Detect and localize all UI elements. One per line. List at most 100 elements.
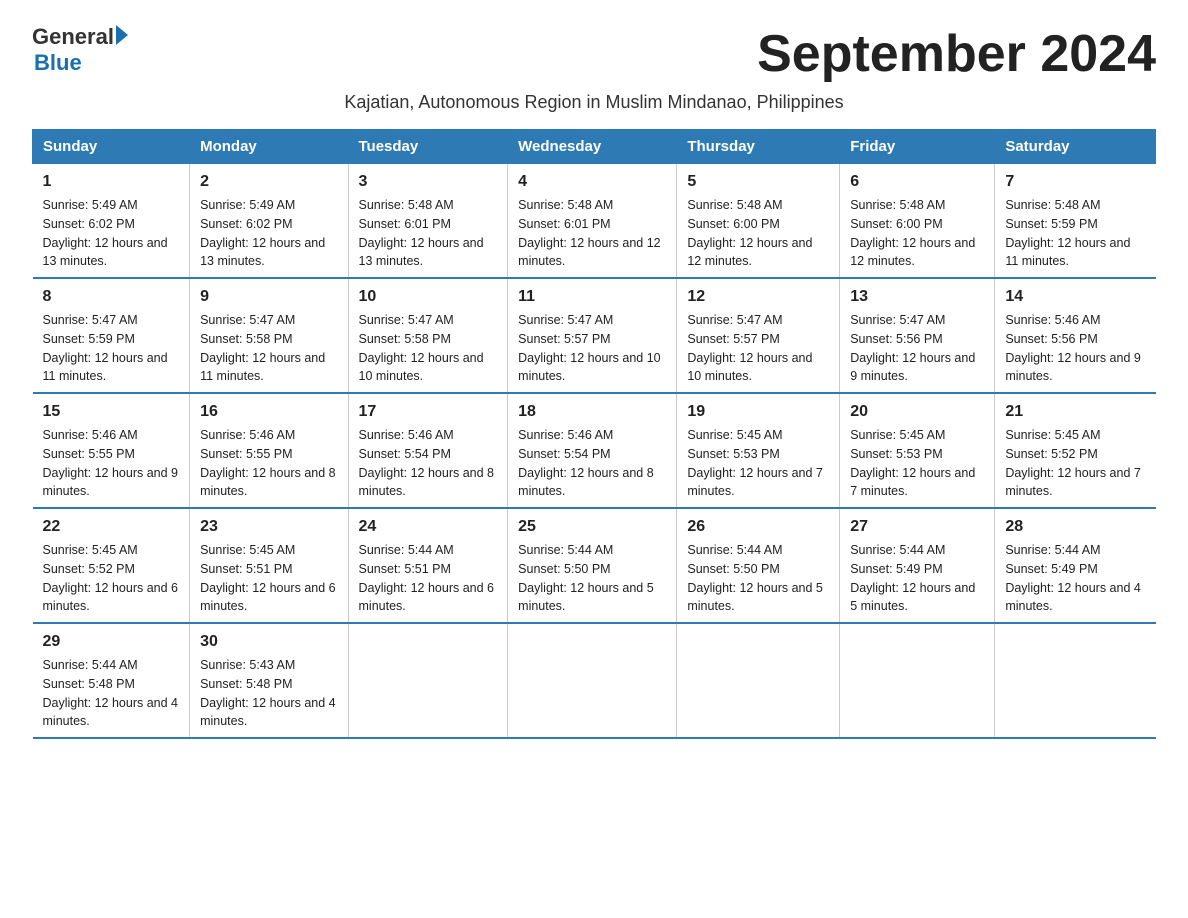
calendar-cell [995, 623, 1156, 738]
calendar-week-4: 22 Sunrise: 5:45 AMSunset: 5:52 PMDaylig… [33, 508, 1156, 623]
day-info: Sunrise: 5:44 AMSunset: 5:50 PMDaylight:… [687, 541, 829, 616]
calendar-body: 1 Sunrise: 5:49 AMSunset: 6:02 PMDayligh… [33, 164, 1156, 739]
calendar-cell: 28 Sunrise: 5:44 AMSunset: 5:49 PMDaylig… [995, 508, 1156, 623]
day-info: Sunrise: 5:47 AMSunset: 5:56 PMDaylight:… [850, 311, 984, 386]
day-number: 9 [200, 285, 337, 309]
header-thursday: Thursday [677, 130, 840, 164]
day-info: Sunrise: 5:49 AMSunset: 6:02 PMDaylight:… [200, 196, 337, 271]
day-info: Sunrise: 5:45 AMSunset: 5:53 PMDaylight:… [850, 426, 984, 501]
logo: General Blue [32, 24, 128, 76]
day-info: Sunrise: 5:43 AMSunset: 5:48 PMDaylight:… [200, 656, 337, 731]
calendar-cell: 7 Sunrise: 5:48 AMSunset: 5:59 PMDayligh… [995, 164, 1156, 279]
day-number: 29 [43, 630, 180, 654]
day-info: Sunrise: 5:44 AMSunset: 5:48 PMDaylight:… [43, 656, 180, 731]
header-sunday: Sunday [33, 130, 190, 164]
calendar-cell: 8 Sunrise: 5:47 AMSunset: 5:59 PMDayligh… [33, 278, 190, 393]
calendar-cell: 19 Sunrise: 5:45 AMSunset: 5:53 PMDaylig… [677, 393, 840, 508]
calendar-cell [508, 623, 677, 738]
day-number: 27 [850, 515, 984, 539]
calendar-cell: 11 Sunrise: 5:47 AMSunset: 5:57 PMDaylig… [508, 278, 677, 393]
day-number: 11 [518, 285, 666, 309]
day-info: Sunrise: 5:46 AMSunset: 5:55 PMDaylight:… [43, 426, 180, 501]
day-number: 15 [43, 400, 180, 424]
day-number: 21 [1005, 400, 1145, 424]
calendar-cell: 22 Sunrise: 5:45 AMSunset: 5:52 PMDaylig… [33, 508, 190, 623]
day-info: Sunrise: 5:46 AMSunset: 5:56 PMDaylight:… [1005, 311, 1145, 386]
page-title: September 2024 [757, 24, 1156, 84]
day-number: 24 [359, 515, 498, 539]
header-wednesday: Wednesday [508, 130, 677, 164]
day-info: Sunrise: 5:44 AMSunset: 5:49 PMDaylight:… [850, 541, 984, 616]
day-info: Sunrise: 5:44 AMSunset: 5:49 PMDaylight:… [1005, 541, 1145, 616]
calendar-cell: 1 Sunrise: 5:49 AMSunset: 6:02 PMDayligh… [33, 164, 190, 279]
calendar-week-1: 1 Sunrise: 5:49 AMSunset: 6:02 PMDayligh… [33, 164, 1156, 279]
day-info: Sunrise: 5:49 AMSunset: 6:02 PMDaylight:… [43, 196, 180, 271]
calendar-cell: 29 Sunrise: 5:44 AMSunset: 5:48 PMDaylig… [33, 623, 190, 738]
calendar-cell: 30 Sunrise: 5:43 AMSunset: 5:48 PMDaylig… [190, 623, 348, 738]
header-row: Sunday Monday Tuesday Wednesday Thursday… [33, 130, 1156, 164]
calendar-cell: 2 Sunrise: 5:49 AMSunset: 6:02 PMDayligh… [190, 164, 348, 279]
day-number: 12 [687, 285, 829, 309]
day-info: Sunrise: 5:48 AMSunset: 6:00 PMDaylight:… [850, 196, 984, 271]
day-number: 13 [850, 285, 984, 309]
day-info: Sunrise: 5:47 AMSunset: 5:57 PMDaylight:… [687, 311, 829, 386]
calendar-cell: 23 Sunrise: 5:45 AMSunset: 5:51 PMDaylig… [190, 508, 348, 623]
day-number: 26 [687, 515, 829, 539]
day-info: Sunrise: 5:46 AMSunset: 5:54 PMDaylight:… [359, 426, 498, 501]
day-info: Sunrise: 5:45 AMSunset: 5:53 PMDaylight:… [687, 426, 829, 501]
calendar-cell: 25 Sunrise: 5:44 AMSunset: 5:50 PMDaylig… [508, 508, 677, 623]
day-number: 8 [43, 285, 180, 309]
day-info: Sunrise: 5:45 AMSunset: 5:52 PMDaylight:… [1005, 426, 1145, 501]
calendar-cell: 4 Sunrise: 5:48 AMSunset: 6:01 PMDayligh… [508, 164, 677, 279]
logo-general: General [32, 24, 114, 50]
day-info: Sunrise: 5:47 AMSunset: 5:58 PMDaylight:… [200, 311, 337, 386]
calendar-cell [348, 623, 508, 738]
calendar-cell: 27 Sunrise: 5:44 AMSunset: 5:49 PMDaylig… [840, 508, 995, 623]
calendar-header: Sunday Monday Tuesday Wednesday Thursday… [33, 130, 1156, 164]
calendar-cell: 14 Sunrise: 5:46 AMSunset: 5:56 PMDaylig… [995, 278, 1156, 393]
calendar-week-5: 29 Sunrise: 5:44 AMSunset: 5:48 PMDaylig… [33, 623, 1156, 738]
header: General Blue September 2024 [32, 24, 1156, 84]
calendar-cell: 5 Sunrise: 5:48 AMSunset: 6:00 PMDayligh… [677, 164, 840, 279]
header-saturday: Saturday [995, 130, 1156, 164]
day-number: 22 [43, 515, 180, 539]
day-number: 10 [359, 285, 498, 309]
calendar-cell: 17 Sunrise: 5:46 AMSunset: 5:54 PMDaylig… [348, 393, 508, 508]
calendar-cell: 15 Sunrise: 5:46 AMSunset: 5:55 PMDaylig… [33, 393, 190, 508]
day-number: 16 [200, 400, 337, 424]
day-number: 25 [518, 515, 666, 539]
day-number: 18 [518, 400, 666, 424]
day-number: 5 [687, 170, 829, 194]
day-info: Sunrise: 5:46 AMSunset: 5:55 PMDaylight:… [200, 426, 337, 501]
day-number: 20 [850, 400, 984, 424]
calendar-cell: 24 Sunrise: 5:44 AMSunset: 5:51 PMDaylig… [348, 508, 508, 623]
day-number: 3 [359, 170, 498, 194]
calendar-week-3: 15 Sunrise: 5:46 AMSunset: 5:55 PMDaylig… [33, 393, 1156, 508]
header-friday: Friday [840, 130, 995, 164]
day-number: 4 [518, 170, 666, 194]
day-info: Sunrise: 5:48 AMSunset: 6:00 PMDaylight:… [687, 196, 829, 271]
calendar-week-2: 8 Sunrise: 5:47 AMSunset: 5:59 PMDayligh… [33, 278, 1156, 393]
header-monday: Monday [190, 130, 348, 164]
day-info: Sunrise: 5:47 AMSunset: 5:57 PMDaylight:… [518, 311, 666, 386]
day-info: Sunrise: 5:48 AMSunset: 5:59 PMDaylight:… [1005, 196, 1145, 271]
day-info: Sunrise: 5:48 AMSunset: 6:01 PMDaylight:… [359, 196, 498, 271]
calendar-cell [677, 623, 840, 738]
logo-triangle-icon [116, 25, 128, 45]
calendar-cell: 26 Sunrise: 5:44 AMSunset: 5:50 PMDaylig… [677, 508, 840, 623]
calendar-cell: 16 Sunrise: 5:46 AMSunset: 5:55 PMDaylig… [190, 393, 348, 508]
calendar-cell: 10 Sunrise: 5:47 AMSunset: 5:58 PMDaylig… [348, 278, 508, 393]
day-info: Sunrise: 5:47 AMSunset: 5:58 PMDaylight:… [359, 311, 498, 386]
calendar-cell: 13 Sunrise: 5:47 AMSunset: 5:56 PMDaylig… [840, 278, 995, 393]
day-number: 2 [200, 170, 337, 194]
day-number: 1 [43, 170, 180, 194]
calendar-cell: 3 Sunrise: 5:48 AMSunset: 6:01 PMDayligh… [348, 164, 508, 279]
day-number: 23 [200, 515, 337, 539]
day-number: 7 [1005, 170, 1145, 194]
calendar-cell [840, 623, 995, 738]
day-number: 19 [687, 400, 829, 424]
day-info: Sunrise: 5:47 AMSunset: 5:59 PMDaylight:… [43, 311, 180, 386]
day-number: 30 [200, 630, 337, 654]
day-info: Sunrise: 5:48 AMSunset: 6:01 PMDaylight:… [518, 196, 666, 271]
day-number: 14 [1005, 285, 1145, 309]
